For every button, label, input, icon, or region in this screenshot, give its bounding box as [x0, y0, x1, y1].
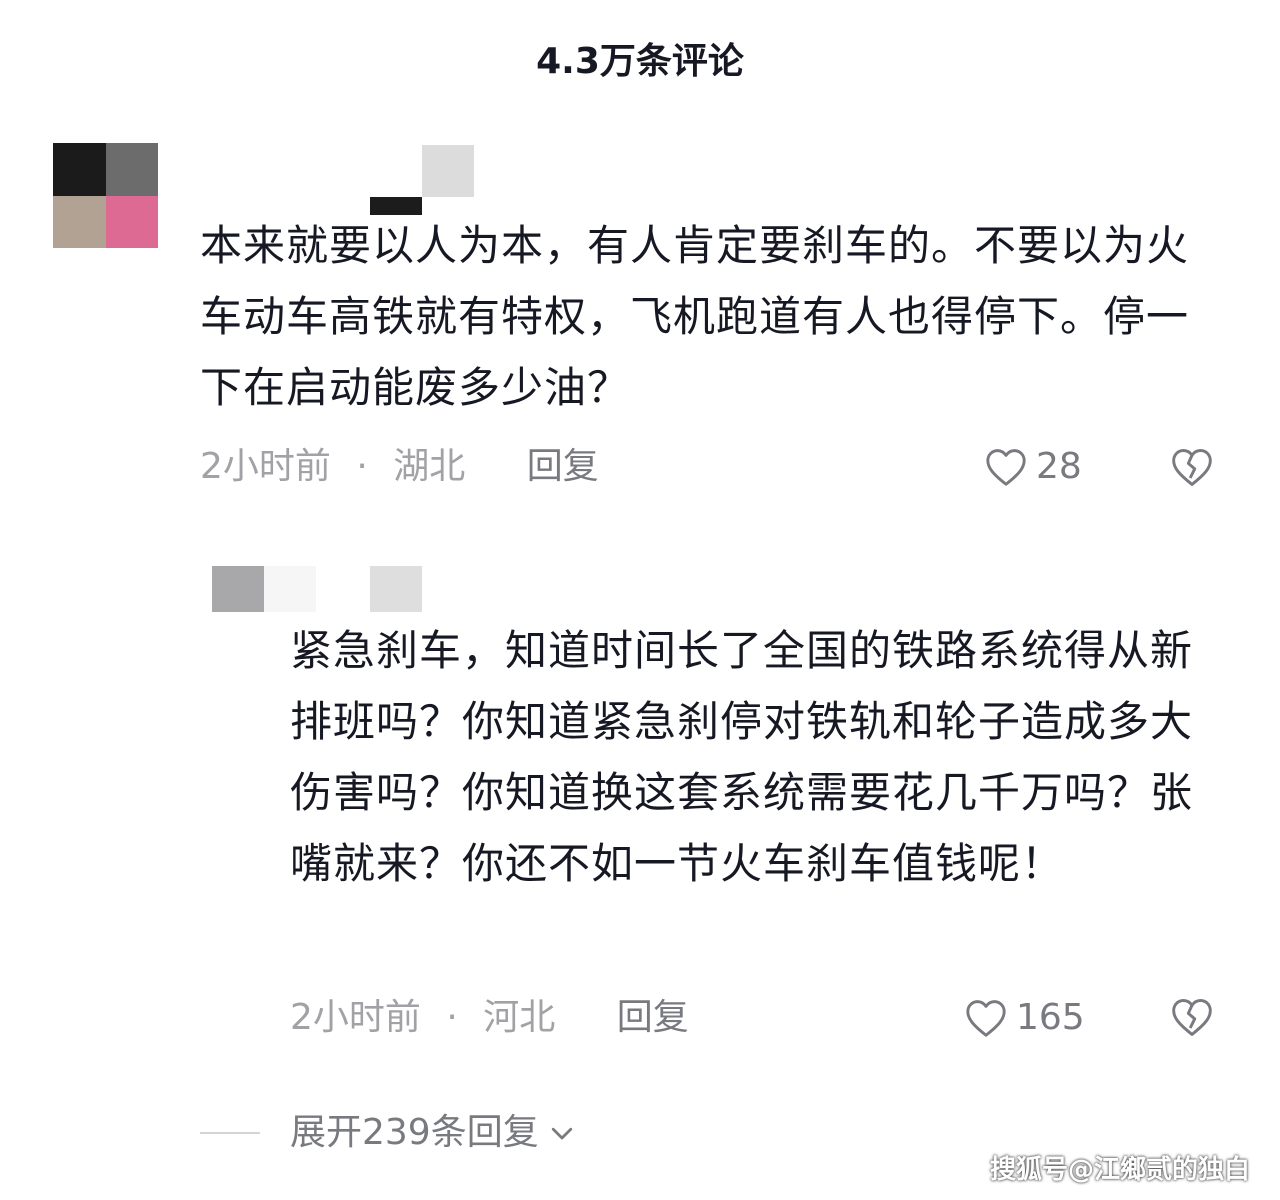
like-button[interactable]: 165 — [964, 993, 1085, 1043]
expand-replies-label: 展开239条回复 — [290, 1112, 539, 1153]
reply-button[interactable]: 回复 — [527, 446, 599, 487]
reply-time: 2小时前 — [290, 997, 421, 1038]
comment-meta: 2小时前 · 湖北 回复 — [200, 442, 599, 492]
divider — [200, 1132, 260, 1134]
watermark: 搜狐号@江鄉贰的独白 — [989, 1155, 1250, 1185]
meta-separator: · — [356, 446, 368, 487]
comment-location: 湖北 — [393, 446, 466, 487]
expand-replies-button[interactable]: 展开239条回复 — [200, 1108, 577, 1158]
comments-count-title: 4.3万条评论 — [536, 41, 744, 82]
reply-meta: 2小时前 · 河北 回复 — [290, 993, 689, 1043]
dislike-button[interactable] — [1170, 996, 1214, 1040]
dislike-button[interactable] — [1170, 446, 1214, 490]
heart-outline-icon — [966, 1000, 1006, 1037]
heart-outline-icon — [986, 449, 1026, 486]
broken-heart-icon — [1172, 999, 1212, 1036]
chevron-down-icon — [551, 1127, 572, 1140]
avatar[interactable] — [53, 143, 158, 248]
like-button[interactable]: 28 — [984, 442, 1082, 492]
comment-text: 本来就要以人为本，有人肯定要刹车的。不要以为火车动车高铁就有特权，飞机跑道有人也… — [200, 221, 1190, 412]
reply-text: 紧急刹车，知道时间长了全国的铁路系统得从新排班吗？你知道紧急刹停对铁轨和轮子造成… — [290, 626, 1194, 888]
reply-location: 河北 — [483, 997, 556, 1038]
reply-button[interactable]: 回复 — [617, 997, 689, 1038]
meta-separator: · — [446, 997, 458, 1038]
broken-heart-icon — [1172, 449, 1212, 486]
like-count: 165 — [1016, 997, 1085, 1038]
like-count: 28 — [1036, 446, 1082, 487]
comment-time: 2小时前 — [200, 446, 331, 487]
